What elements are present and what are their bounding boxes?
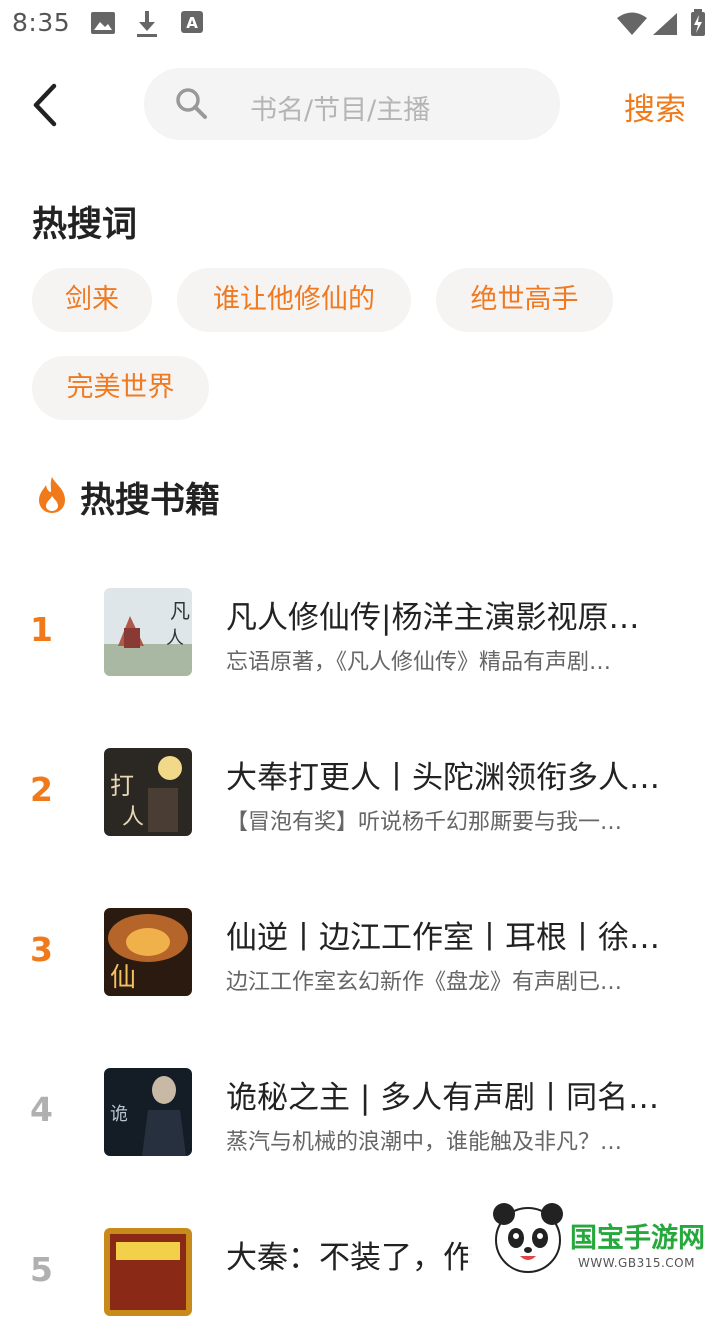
search-input[interactable]: 书名/节目/主播 bbox=[144, 68, 560, 140]
book-row[interactable]: 1 凡 人 凡人修仙传|杨洋主演影视原… 忘语原著，《凡人修仙传》精品有声剧… bbox=[0, 588, 720, 688]
book-row[interactable]: 3 仙 仙逆丨边江工作室丨耳根丨徐… 边江工作室玄幻新作《盘龙》有声剧已… bbox=[0, 908, 720, 1008]
watermark-text: 国宝手游网 bbox=[570, 1223, 705, 1254]
hot-word-chip[interactable]: 谁让他修仙的 bbox=[177, 268, 411, 332]
panda-logo-icon bbox=[493, 1203, 563, 1273]
wifi-icon bbox=[617, 12, 647, 35]
book-rank: 1 bbox=[30, 610, 53, 649]
search-button[interactable]: 搜索 bbox=[624, 84, 686, 129]
hot-words-title: 热搜词 bbox=[32, 205, 138, 245]
book-cover: 打 人 bbox=[104, 748, 192, 836]
book-cover: 诡 bbox=[104, 1068, 192, 1156]
svg-text:打: 打 bbox=[110, 772, 134, 800]
fire-icon bbox=[39, 477, 65, 513]
hot-word-chip[interactable]: 完美世界 bbox=[32, 356, 209, 420]
download-icon bbox=[137, 11, 157, 37]
book-title: 大奉打更人丨头陀渊领衔多人… bbox=[226, 760, 660, 796]
svg-text:凡: 凡 bbox=[170, 599, 190, 623]
svg-text:人: 人 bbox=[122, 805, 144, 830]
svg-text:仙: 仙 bbox=[110, 963, 136, 993]
book-desc: 蒸汽与机械的浪潮中，谁能触及非凡？… bbox=[226, 1130, 623, 1155]
hot-word-chip[interactable]: 绝世高手 bbox=[436, 268, 613, 332]
book-title: 诡秘之主 | 多人有声剧丨同名… bbox=[226, 1080, 660, 1116]
book-rank: 5 bbox=[30, 1250, 53, 1289]
book-row[interactable]: 2 打 人 大奉打更人丨头陀渊领衔多人… 【冒泡有奖】听说杨千幻那厮要与我一… bbox=[0, 748, 720, 848]
search-placeholder: 书名/节目/主播 bbox=[250, 95, 431, 126]
watermark: 国宝手游网 WWW.GB315.COM bbox=[468, 1186, 720, 1280]
signal-icon bbox=[653, 13, 677, 35]
back-arrow-icon[interactable] bbox=[28, 80, 68, 130]
book-cover bbox=[104, 1228, 192, 1316]
text-a-icon: A bbox=[181, 11, 203, 33]
watermark-url: WWW.GB315.COM bbox=[578, 1256, 695, 1270]
status-bar: 8:35 A bbox=[0, 0, 720, 50]
svg-text:A: A bbox=[186, 14, 198, 32]
book-desc: 边江工作室玄幻新作《盘龙》有声剧已… bbox=[226, 970, 623, 995]
gallery-icon bbox=[91, 12, 115, 34]
book-rank: 3 bbox=[30, 930, 53, 969]
book-rank: 2 bbox=[30, 770, 53, 809]
book-rank: 4 bbox=[30, 1090, 53, 1129]
book-cover: 凡 人 bbox=[104, 588, 192, 676]
book-desc: 【冒泡有奖】听说杨千幻那厮要与我一… bbox=[226, 810, 623, 835]
status-time: 8:35 bbox=[12, 8, 71, 37]
book-row[interactable]: 4 诡 诡秘之主 | 多人有声剧丨同名… 蒸汽与机械的浪潮中，谁能触及非凡？… bbox=[0, 1068, 720, 1168]
battery-icon bbox=[691, 9, 705, 36]
hot-word-chip[interactable]: 剑来 bbox=[32, 268, 152, 332]
book-desc: 忘语原著，《凡人修仙传》精品有声剧… bbox=[226, 650, 612, 675]
svg-text:人: 人 bbox=[166, 628, 184, 649]
book-title: 仙逆丨边江工作室丨耳根丨徐… bbox=[226, 920, 660, 956]
book-cover: 仙 bbox=[104, 908, 192, 996]
svg-text:诡: 诡 bbox=[110, 1104, 128, 1125]
book-title: 凡人修仙传|杨洋主演影视原… bbox=[226, 600, 640, 636]
hot-books-title: 热搜书籍 bbox=[80, 481, 221, 521]
search-icon bbox=[176, 88, 207, 119]
